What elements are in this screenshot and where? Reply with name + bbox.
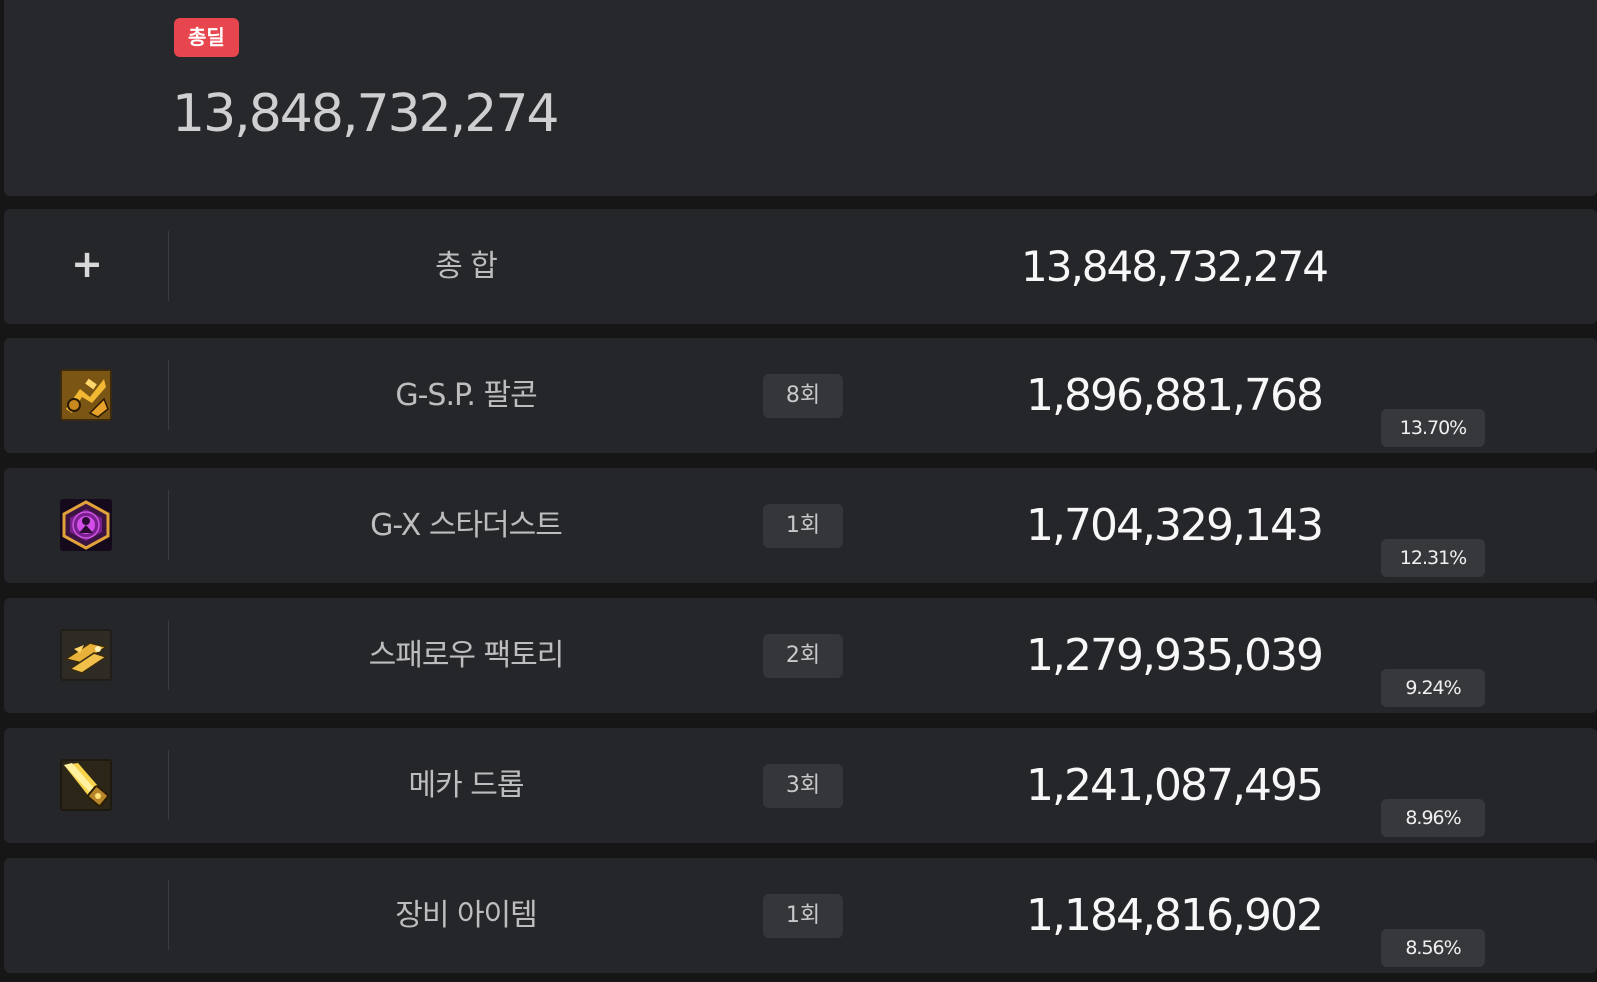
row-divider bbox=[168, 750, 169, 820]
skill-damage: 1,896,881,768 bbox=[1026, 370, 1324, 421]
damage-percent-badge: 12.31% bbox=[1381, 539, 1485, 577]
row-divider bbox=[168, 360, 169, 430]
skill-name: G-S.P. 팔콘 bbox=[395, 378, 537, 413]
skill-name: G-X 스타더스트 bbox=[370, 508, 563, 543]
total-damage-value: 13,848,732,274 bbox=[172, 84, 560, 144]
sparrow-factory-icon bbox=[60, 629, 112, 681]
row-divider bbox=[168, 620, 169, 690]
row-divider bbox=[168, 880, 169, 950]
skill-row[interactable]: 장비 아이템 1회 1,184,816,902 8.56% bbox=[4, 858, 1597, 973]
hit-count-badge: 8회 bbox=[763, 374, 843, 418]
hit-count-badge: 3회 bbox=[763, 764, 843, 808]
row-divider bbox=[168, 490, 169, 560]
total-damage-summary: 총딜 13,848,732,274 bbox=[4, 0, 1597, 196]
damage-percent-badge: 8.56% bbox=[1381, 929, 1485, 967]
damage-percent-badge: 9.24% bbox=[1381, 669, 1485, 707]
hit-count-badge: 2회 bbox=[763, 634, 843, 678]
gsp-falcon-icon bbox=[60, 369, 112, 421]
skill-row[interactable]: G-X 스타더스트 1회 1,704,329,143 12.31% bbox=[4, 468, 1597, 583]
total-row-label: 총 합 bbox=[435, 249, 498, 284]
total-damage-badge: 총딜 bbox=[174, 18, 239, 57]
skill-damage: 1,279,935,039 bbox=[1026, 630, 1324, 681]
total-row[interactable]: + 총 합 13,848,732,274 bbox=[4, 209, 1597, 324]
total-row-damage: 13,848,732,274 bbox=[1021, 242, 1329, 291]
damage-percent-badge: 8.96% bbox=[1381, 799, 1485, 837]
row-divider bbox=[168, 231, 169, 301]
skill-name: 장비 아이템 bbox=[395, 898, 538, 933]
expand-plus-icon[interactable]: + bbox=[68, 245, 106, 283]
damage-report: 총딜 13,848,732,274 + 총 합 13,848,732,274 G… bbox=[0, 0, 1597, 982]
skill-damage: 1,241,087,495 bbox=[1026, 760, 1324, 811]
gx-stardust-icon bbox=[60, 499, 112, 551]
hit-count-badge: 1회 bbox=[763, 504, 843, 548]
skill-name: 메카 드롭 bbox=[408, 768, 525, 803]
skill-name: 스패로우 팩토리 bbox=[368, 638, 565, 673]
skill-damage: 1,184,816,902 bbox=[1026, 890, 1324, 941]
skill-row[interactable]: 메카 드롭 3회 1,241,087,495 8.96% bbox=[4, 728, 1597, 843]
mecha-drop-icon bbox=[60, 759, 112, 811]
skill-row[interactable]: 스패로우 팩토리 2회 1,279,935,039 9.24% bbox=[4, 598, 1597, 713]
hit-count-badge: 1회 bbox=[763, 894, 843, 938]
damage-percent-badge: 13.70% bbox=[1381, 409, 1485, 447]
skill-row[interactable]: G-S.P. 팔콘 8회 1,896,881,768 13.70% bbox=[4, 338, 1597, 453]
skill-damage: 1,704,329,143 bbox=[1026, 500, 1324, 551]
